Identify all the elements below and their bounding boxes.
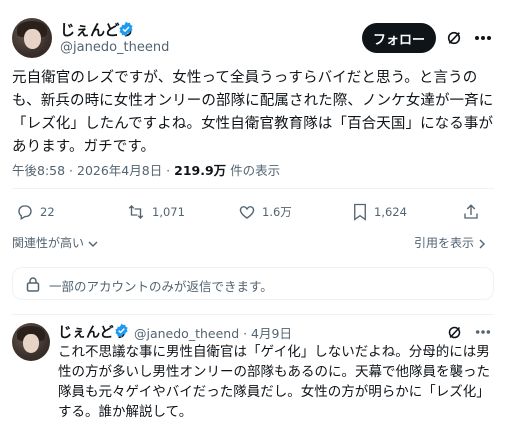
reply-handle-date[interactable]: @janedo_theend · 4月9日 bbox=[134, 323, 292, 342]
bookmark-icon bbox=[354, 203, 366, 221]
view-quotes-label: 引用を表示 bbox=[414, 236, 475, 250]
views-label: 件の表示 bbox=[226, 163, 281, 178]
bookmark-count: 1,624 bbox=[374, 205, 407, 219]
share-icon bbox=[464, 204, 478, 219]
views-count: 219.9万 bbox=[174, 163, 227, 178]
lock-icon bbox=[26, 277, 40, 292]
like-button[interactable]: 1.6万 bbox=[238, 203, 292, 221]
grok-icon[interactable] bbox=[444, 322, 464, 342]
author-handle[interactable]: @janedo_theend bbox=[60, 40, 169, 55]
reply-restriction-notice: 一部のアカウントのみが返信できます。 bbox=[12, 267, 494, 300]
tweet-timestamp[interactable]: 午後8:58 · 2026年4月8日 · bbox=[12, 163, 174, 178]
avatar-face bbox=[24, 29, 41, 50]
chevron-right-icon bbox=[479, 239, 485, 248]
reply-icon bbox=[18, 205, 32, 220]
tweet-meta: 午後8:58 · 2026年4月8日 · 219.9万 件の表示 bbox=[12, 160, 280, 179]
follow-button[interactable]: フォロー bbox=[362, 23, 436, 53]
share-button[interactable] bbox=[462, 203, 480, 221]
reply-text: これ不思議な事に男性自衛官は「ゲイ化」しないだよね。分母的には男性の方が多いし男… bbox=[58, 344, 490, 420]
reply-count: 22 bbox=[40, 205, 55, 219]
chevron-down-icon bbox=[88, 241, 98, 247]
retweet-icon bbox=[128, 205, 144, 219]
more-icon[interactable] bbox=[472, 28, 494, 48]
verified-badge-icon bbox=[115, 323, 128, 338]
divider bbox=[12, 188, 494, 189]
bookmark-button[interactable]: 1,624 bbox=[352, 203, 407, 221]
reply-author-avatar[interactable] bbox=[12, 323, 50, 361]
sort-relevance-label: 関連性が高い bbox=[12, 236, 85, 250]
like-count: 1.6万 bbox=[262, 205, 292, 219]
notice-text: 一部のアカウントのみが返信できます。 bbox=[49, 279, 273, 294]
verified-badge-icon bbox=[119, 21, 133, 37]
reply-button[interactable]: 22 bbox=[16, 203, 55, 221]
grok-icon[interactable] bbox=[444, 28, 464, 48]
sort-relevance[interactable]: 関連性が高い bbox=[12, 234, 98, 251]
avatar-face bbox=[23, 333, 40, 353]
retweet-button[interactable]: 1,071 bbox=[126, 203, 185, 221]
view-quotes-link[interactable]: 引用を表示 bbox=[414, 234, 486, 251]
divider bbox=[12, 314, 494, 315]
author-avatar[interactable] bbox=[12, 18, 52, 58]
more-icon[interactable] bbox=[472, 322, 494, 342]
tweet-text: 元自衛官のレズですが、女性って全員うっすらバイだと思う。と言うのも、新兵の時に女… bbox=[12, 70, 494, 155]
retweet-count: 1,071 bbox=[152, 205, 185, 219]
like-icon bbox=[239, 206, 255, 219]
